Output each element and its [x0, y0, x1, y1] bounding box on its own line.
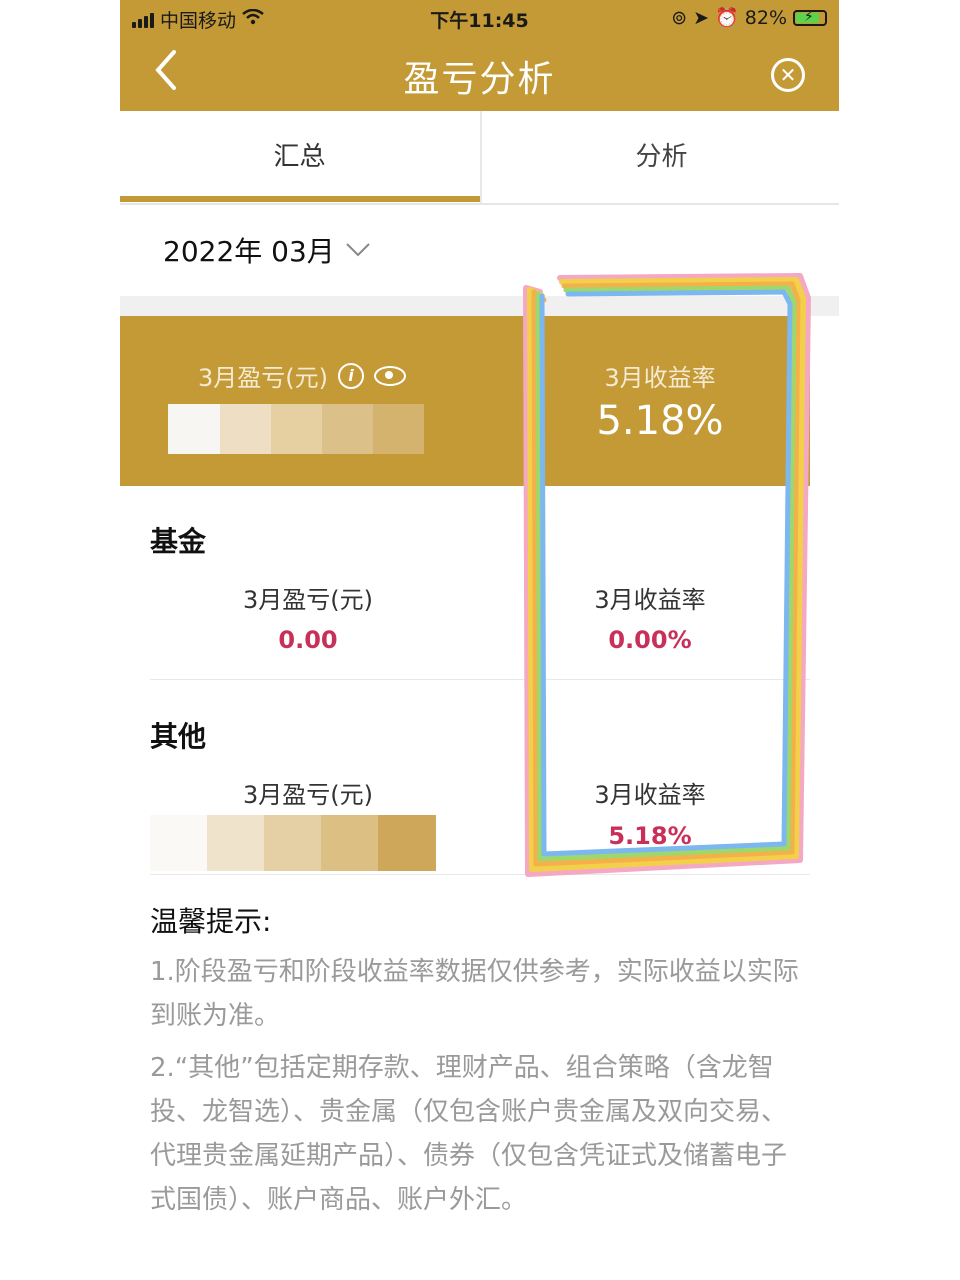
battery-percent: 82%: [744, 6, 787, 29]
fund-profit-value: 0.00: [278, 626, 338, 654]
tip-item-2: 2.“其他”包括定期存款、理财产品、组合策略（含龙智投、龙智选）、贵金属（仅包含…: [150, 1053, 788, 1215]
fund-rate-value: 0.00%: [608, 626, 692, 654]
section-title-other: 其他: [150, 720, 207, 753]
fund-rate-label: 3月收益率: [594, 586, 706, 614]
battery-icon: ⚡: [793, 9, 827, 26]
summary-profit-label-row: 3月盈亏(元) i: [198, 358, 406, 393]
summary-rate-label: 3月收益率: [604, 364, 716, 392]
page-title: 盈亏分析: [403, 59, 556, 100]
section-separator: [120, 296, 839, 316]
summary-profit-masked-value: [168, 404, 424, 454]
tab-bar: 汇总 分析: [120, 111, 839, 205]
section-title-fund: 基金: [150, 525, 207, 558]
summary-rate-value: 5.18%: [596, 398, 724, 444]
tab-summary[interactable]: 汇总: [120, 111, 479, 203]
other-profit-label: 3月盈亏(元): [243, 781, 373, 809]
month-value: 2022年 03月: [163, 235, 335, 268]
status-bar: 中国移动 下午11:45 ⊚ ➤ ⏰ 82% ⚡: [120, 0, 839, 36]
alarm-icon: ⏰: [715, 7, 739, 29]
other-profit-masked-value: [150, 815, 436, 871]
divider: [150, 874, 810, 875]
rotation-lock-icon: ⊚: [671, 6, 688, 29]
close-circle-icon: ✕: [779, 63, 797, 87]
tip-item-1: 1.阶段盈亏和阶段收益率数据仅供参考，实际收益以实际到账为准。: [150, 957, 799, 1031]
close-button[interactable]: ✕: [771, 58, 805, 92]
location-icon: ➤: [693, 6, 710, 29]
info-icon[interactable]: i: [338, 362, 364, 389]
phone-screen: 中国移动 下午11:45 ⊚ ➤ ⏰ 82% ⚡ 盈亏分析 ✕ 汇总 分析 20…: [120, 0, 839, 1280]
top-bar: 中国移动 下午11:45 ⊚ ➤ ⏰ 82% ⚡ 盈亏分析 ✕: [120, 0, 839, 111]
tab-analysis[interactable]: 分析: [480, 111, 839, 203]
other-rate-value: 5.18%: [608, 822, 692, 850]
eye-icon[interactable]: [374, 365, 406, 386]
chevron-down-icon: [345, 236, 371, 264]
fund-profit-label: 3月盈亏(元): [243, 586, 373, 614]
summary-profit-label: 3月盈亏(元): [198, 364, 328, 392]
divider: [150, 679, 810, 680]
status-right: ⊚ ➤ ⏰ 82% ⚡: [671, 6, 827, 29]
month-picker[interactable]: 2022年 03月: [163, 230, 371, 270]
tips-title: 温馨提示:: [150, 905, 272, 938]
active-tab-indicator: [120, 196, 480, 202]
other-rate-label: 3月收益率: [594, 781, 706, 809]
summary-card: 3月盈亏(元) i 3月收益率 5.18%: [120, 316, 810, 486]
nav-bar: 盈亏分析 ✕: [120, 36, 839, 111]
